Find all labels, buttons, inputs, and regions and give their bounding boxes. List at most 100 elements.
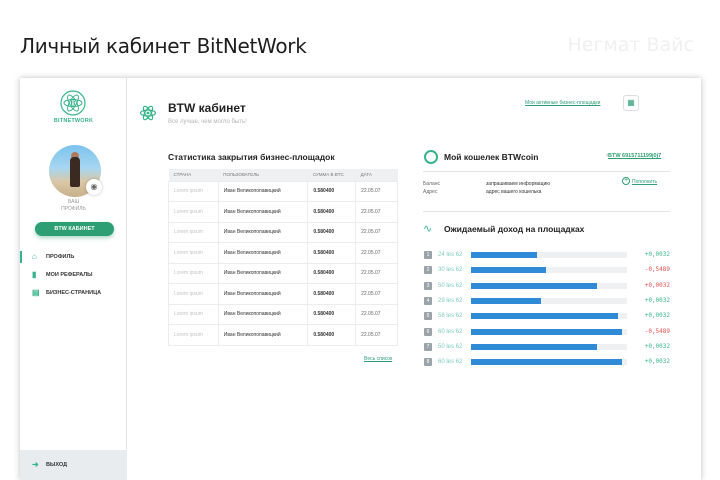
row-number: 7 [424, 342, 432, 351]
cell-amount: 0.580400 [307, 180, 357, 202]
row-label: 24 lеs 62 [438, 252, 463, 258]
sidebar-item-label: ПРОФИЛЬ [46, 254, 75, 260]
table-row[interactable]: Lorem ipsum Иван Великопопавицкий 0.580400… [168, 201, 398, 223]
income-row[interactable]: 3 50 lеs 62 +0,0032 [424, 281, 670, 290]
cell-user: Иван Великопопавицкий [217, 324, 309, 346]
column-header[interactable]: СУММА В BTC [307, 169, 356, 181]
sidebar-item-profile[interactable]: ⌂ ПРОФИЛЬ [20, 250, 127, 264]
cell-date: 22.05.07 [355, 283, 398, 305]
cell-date: 22.05.07 [355, 201, 398, 223]
row-label: 50 lеs 62 [438, 343, 463, 350]
sidebar-item-label: МОИ РЕФЕРАЛЫ [46, 272, 93, 278]
camera-icon[interactable]: ◉ [86, 179, 102, 195]
progress-bar [471, 252, 537, 258]
logout-label: ВЫХОД [46, 462, 68, 468]
table-row[interactable]: Lorem ipsum Иван Великопопавицкий 0.580400… [168, 303, 398, 325]
cell-amount: 0.580400 [307, 262, 357, 284]
progress-track [471, 252, 627, 258]
income-row[interactable]: 8 60 lеs 62 +0,0032 [424, 358, 670, 367]
income-row[interactable]: 5 58 lеs 62 +0,0032 [424, 312, 670, 321]
topup-link[interactable]: Пополнить [632, 179, 657, 185]
balance-value: запрашиваем информацию [486, 181, 550, 187]
table-row[interactable]: Lorem ipsum Иван Великопопавицкий 0.580400… [168, 221, 398, 243]
row-label: 50 lеs 62 [438, 282, 463, 289]
document-icon: ▤ [32, 288, 40, 297]
atom-icon [139, 105, 157, 121]
cell-user: Иван Великопопавицкий [217, 221, 309, 243]
address-value: адрес вашего кошелька [486, 189, 542, 195]
table-header-row: СТРАНА ПОЛЬЗОВАТЕЛЬ СУММА В BTC ДАТА [168, 169, 398, 181]
row-label: 60 lеs 62 [438, 359, 463, 366]
row-value: -0,5489 [644, 327, 670, 335]
cell-country: Lorem ipsum [168, 180, 219, 202]
logo-text: BITNETWORK [53, 118, 94, 124]
progress-bar [471, 297, 542, 304]
cell-user: Иван Великопопавицкий [217, 242, 309, 264]
main-title: BTW кабинет [168, 101, 246, 115]
cell-country: Lorem ipsum [168, 262, 219, 284]
atom-logo-icon[interactable]: B [59, 89, 87, 117]
logout-button[interactable]: ➜ ВЫХОД [20, 450, 127, 480]
column-header[interactable]: СТРАНА [168, 169, 219, 181]
stats-title: Статистика закрытия бизнес-площадок [168, 152, 335, 162]
sidebar-item-business-page[interactable]: ▤ БИЗНЕС-СТРАНИЦА [20, 286, 127, 300]
all-list-link[interactable]: Весь список [364, 356, 392, 362]
row-value: +0,0032 [644, 251, 670, 258]
row-value: +0,0032 [644, 281, 670, 289]
cell-date: 22.05.07 [355, 242, 398, 264]
income-row[interactable]: 4 29 lеs 62 +0,0032 [424, 296, 670, 305]
wallet-target-icon [424, 150, 438, 164]
cell-date: 22.05.07 [355, 262, 398, 284]
calendar-icon[interactable]: ▦ [623, 95, 639, 111]
cell-country: Lorem ipsum [168, 201, 219, 223]
progress-track [471, 313, 627, 320]
profile-label: ВАШ ПРОФИЛЬ [20, 199, 127, 213]
cell-country: Lorem ipsum [168, 283, 219, 305]
svg-text:B: B [70, 101, 75, 108]
home-icon: ⌂ [32, 252, 37, 261]
cell-country: Lorem ipsum [168, 221, 219, 243]
column-header[interactable]: ДАТА [355, 169, 398, 181]
cell-date: 22.05.07 [355, 221, 398, 243]
progress-bar [471, 343, 598, 350]
row-label: 58 lеs 62 [438, 313, 463, 320]
progress-bar [471, 328, 623, 335]
wallet-title: Мой кошелек BTWcoin [444, 152, 539, 162]
plus-icon[interactable]: + [622, 177, 630, 185]
author-name: Негмат Вайс [567, 34, 694, 56]
table-row[interactable]: Lorem ipsum Иван Великопопавицкий 0.580400… [168, 324, 398, 346]
row-value: -0,5489 [644, 266, 670, 274]
page-title: Личный кабинет BitNetWork [20, 34, 307, 58]
profile-label-line-1: ВАШ [67, 199, 80, 205]
table-row[interactable]: Lorem ipsum Иван Великопопавицкий 0.580400… [168, 262, 398, 284]
cell-user: Иван Великопопавицкий [217, 303, 309, 325]
table-row[interactable]: Lorem ipsum Иван Великопопавицкий 0.580400… [168, 283, 398, 305]
btw-cabinet-button[interactable]: BTW КАБИНЕТ [35, 222, 114, 236]
balance-label: Баланс [423, 181, 441, 187]
progress-track [471, 282, 627, 289]
table-row[interactable]: Lorem ipsum Иван Великопопавицкий 0.580400… [168, 180, 398, 202]
progress-bar [471, 267, 546, 274]
sidebar: B BITNETWORK ◉ ВАШ ПРОФИЛЬ BTW КАБИНЕТ ⌂… [20, 78, 127, 480]
wallet-address-link[interactable]: BTW 6915711199j0j7 [608, 153, 661, 159]
table-row[interactable]: Lorem ipsum Иван Великопопавицкий 0.580400… [168, 242, 398, 264]
app-window: B BITNETWORK ◉ ВАШ ПРОФИЛЬ BTW КАБИНЕТ ⌂… [20, 78, 701, 480]
income-row[interactable]: 6 60 lеs 62 -0,5489 [424, 327, 670, 336]
row-number: 6 [424, 327, 432, 336]
progress-track [471, 359, 627, 366]
income-row[interactable]: 1 24 lеs 62 +0,0032 [424, 251, 670, 259]
income-row[interactable]: 7 50 lеs 62 +0,0032 [424, 342, 670, 351]
cell-amount: 0.580400 [307, 201, 357, 223]
logout-icon: ➜ [32, 460, 39, 469]
row-number: 8 [424, 358, 432, 367]
bar-chart-icon: ▮ [32, 270, 37, 279]
row-value: +0,0032 [644, 296, 670, 304]
row-number: 1 [424, 251, 432, 259]
column-header[interactable]: ПОЛЬЗОВАТЕЛЬ [218, 169, 308, 181]
sidebar-item-referrals[interactable]: ▮ МОИ РЕФЕРАЛЫ [20, 268, 127, 282]
income-row[interactable]: 2 30 lеs 62 -0,5489 [424, 266, 670, 275]
cell-date: 22.05.07 [355, 324, 398, 346]
active-platforms-link[interactable]: Мои активные бизнес-площадки [525, 100, 600, 106]
progress-track [471, 328, 627, 335]
row-label: 30 lеs 62 [438, 267, 463, 274]
